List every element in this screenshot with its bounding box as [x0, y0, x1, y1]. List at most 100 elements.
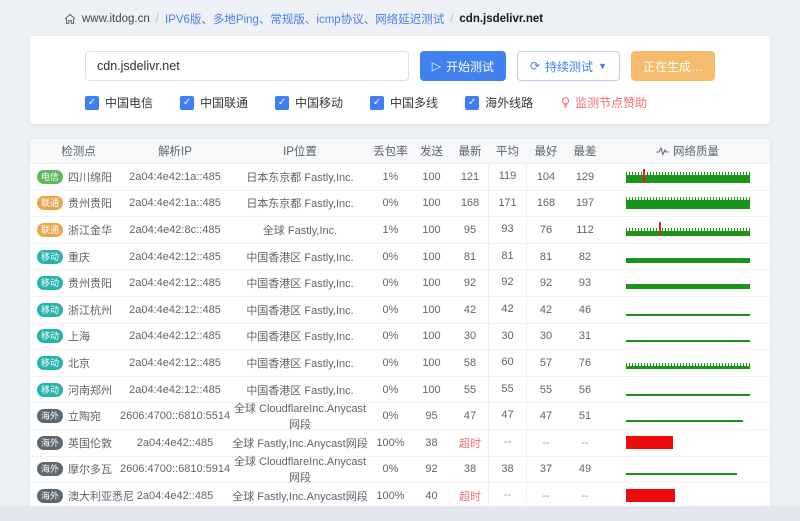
quality-chart: [626, 407, 750, 425]
cell-best: 57: [527, 357, 565, 369]
breadcrumb-section-links[interactable]: IPV6版、多地Ping、常规版、icmp协议、网络延迟测试: [165, 11, 444, 27]
cell-resolved-ip: 2a04:4e42::485: [120, 437, 230, 449]
cell-sent: 92: [411, 463, 452, 475]
table-row: 移动贵州贵阳2a04:4e42:12::485中国香港区 Fastly,Inc.…: [30, 269, 770, 296]
cell-worst: 129: [565, 171, 605, 183]
cell-avg: --: [488, 430, 527, 456]
cell-avg: 30: [488, 324, 527, 350]
header-quality: 网络质量: [605, 143, 770, 159]
table-row: 移动河南郑州2a04:4e42:12::485中国香港区 Fastly,Inc.…: [30, 376, 770, 403]
quality-bar: [626, 420, 744, 422]
cell-latest: 58: [452, 357, 488, 369]
header-loss: 丢包率: [370, 143, 411, 159]
line-checkbox-4[interactable]: ✓ 海外线路: [465, 94, 533, 111]
cell-loss: 0%: [370, 410, 411, 422]
sponsor-bulb-icon: [560, 96, 571, 109]
loss-spike-marker: [643, 169, 645, 183]
cell-avg: 42: [488, 297, 527, 323]
line-type-badge: 海外: [37, 462, 63, 476]
cell-sent: 40: [411, 490, 452, 502]
cell-ip-location: 全球 Fastly,Inc.Anycast网段: [230, 435, 370, 451]
chevron-down-icon: ▼: [598, 61, 607, 71]
quality-bar: [626, 200, 750, 209]
cell-best: 47: [527, 410, 565, 422]
node-name: 河南郑州: [68, 382, 112, 398]
checkbox-checked-icon[interactable]: ✓: [85, 96, 99, 110]
line-checkbox-3[interactable]: ✓ 中国多线: [370, 94, 438, 111]
cell-loss: 0%: [370, 197, 411, 209]
node-name: 贵州贵阳: [68, 195, 112, 211]
cell-node: 海外摩尔多瓦: [30, 461, 120, 477]
cell-resolved-ip: 2a04:4e42:12::485: [120, 330, 230, 342]
cell-resolved-ip: 2606:4700::6810:5514: [120, 410, 230, 422]
cell-latest: 81: [452, 251, 488, 263]
line-checkbox-1[interactable]: ✓中国联通: [180, 94, 248, 111]
cell-latest: 47: [452, 410, 488, 422]
line-filter-row: ✓中国电信✓中国联通✓中国移动✓中国多线✓海外线路 监测节点赞助: [85, 94, 715, 111]
cell-best: 76: [527, 224, 565, 236]
cell-ip-location: 中国香港区 Fastly,Inc.: [230, 249, 370, 265]
search-row: ▷ 开始测试 ⟳ 持续测试 ▼ 正在生成…: [85, 51, 715, 81]
cell-worst: 76: [565, 357, 605, 369]
sponsor-link[interactable]: 监测节点赞助: [560, 94, 647, 111]
line-checkbox-2[interactable]: ✓中国移动: [275, 94, 343, 111]
line-checkbox-0[interactable]: ✓中国电信: [85, 94, 153, 111]
checkbox-label: 海外线路: [485, 94, 533, 111]
line-type-badge: 移动: [37, 356, 63, 370]
host-input[interactable]: [85, 51, 409, 81]
cell-ip-location: 中国香港区 Fastly,Inc.: [230, 355, 370, 371]
cell-best: 104: [527, 171, 565, 183]
cell-resolved-ip: 2606:4700::6810:5914: [120, 463, 230, 475]
cell-worst: --: [565, 437, 605, 449]
cell-sent: 100: [411, 304, 452, 316]
breadcrumb-site-link[interactable]: www.itdog.cn: [82, 13, 150, 25]
cell-avg: 55: [488, 377, 527, 403]
cell-best: 168: [527, 197, 565, 209]
cell-ip-location: 中国香港区 Fastly,Inc.: [230, 275, 370, 291]
quality-bar: [626, 314, 750, 316]
checkbox-checked-icon[interactable]: ✓: [275, 96, 289, 110]
line-type-badge: 移动: [37, 303, 63, 317]
line-type-badge: 移动: [37, 250, 63, 264]
quality-chart: [626, 434, 750, 452]
cell-latest: 95: [452, 224, 488, 236]
quality-bar: [626, 436, 673, 449]
quality-chart: [626, 381, 750, 399]
quality-chart: [626, 487, 750, 505]
cell-worst: 46: [565, 304, 605, 316]
table-row: 联通浙江金华2a04:4e42:8c::485全球 Fastly,Inc.1%1…: [30, 216, 770, 243]
checkbox-checked-icon[interactable]: ✓: [180, 96, 194, 110]
cell-loss: 0%: [370, 357, 411, 369]
start-test-button[interactable]: ▷ 开始测试: [420, 51, 506, 81]
quality-bar: [626, 258, 750, 263]
cell-worst: 82: [565, 251, 605, 263]
checkbox-label: 中国多线: [390, 94, 438, 111]
cell-avg: 119: [488, 164, 527, 190]
line-type-badge: 海外: [37, 436, 63, 450]
cell-sent: 100: [411, 197, 452, 209]
page: www.itdog.cn / IPV6版、多地Ping、常规版、icmp协议、网…: [0, 0, 800, 509]
continuous-test-button[interactable]: ⟳ 持续测试 ▼: [517, 51, 620, 81]
cell-best: --: [527, 437, 565, 449]
line-type-badge: 海外: [37, 489, 63, 503]
cell-ip-location: 全球 CloudflareInc.Anycast网段: [230, 400, 370, 432]
cell-resolved-ip: 2a04:4e42:1a::485: [120, 197, 230, 209]
line-type-badge: 移动: [37, 383, 63, 397]
quality-chart: [626, 248, 750, 266]
node-name: 四川绵阳: [68, 169, 112, 185]
header-avg: 平均: [488, 143, 527, 159]
quality-chart: [626, 168, 750, 186]
cell-quality: [605, 274, 770, 292]
cell-loss: 100%: [370, 437, 411, 449]
cell-resolved-ip: 2a04:4e42:12::485: [120, 304, 230, 316]
cell-loss: 0%: [370, 384, 411, 396]
generating-button[interactable]: 正在生成…: [631, 51, 715, 81]
cell-worst: 51: [565, 410, 605, 422]
cell-quality: [605, 407, 770, 425]
checkbox-checked-icon[interactable]: ✓: [370, 96, 384, 110]
cell-latest: 超时: [452, 488, 488, 504]
table-row: 海外澳大利亚悉尼2a04:4e42::485全球 Fastly,Inc.Anyc…: [30, 482, 770, 509]
line-type-badge: 联通: [37, 223, 63, 237]
quality-bar: [626, 366, 750, 369]
checkbox-checked-icon[interactable]: ✓: [465, 96, 479, 110]
